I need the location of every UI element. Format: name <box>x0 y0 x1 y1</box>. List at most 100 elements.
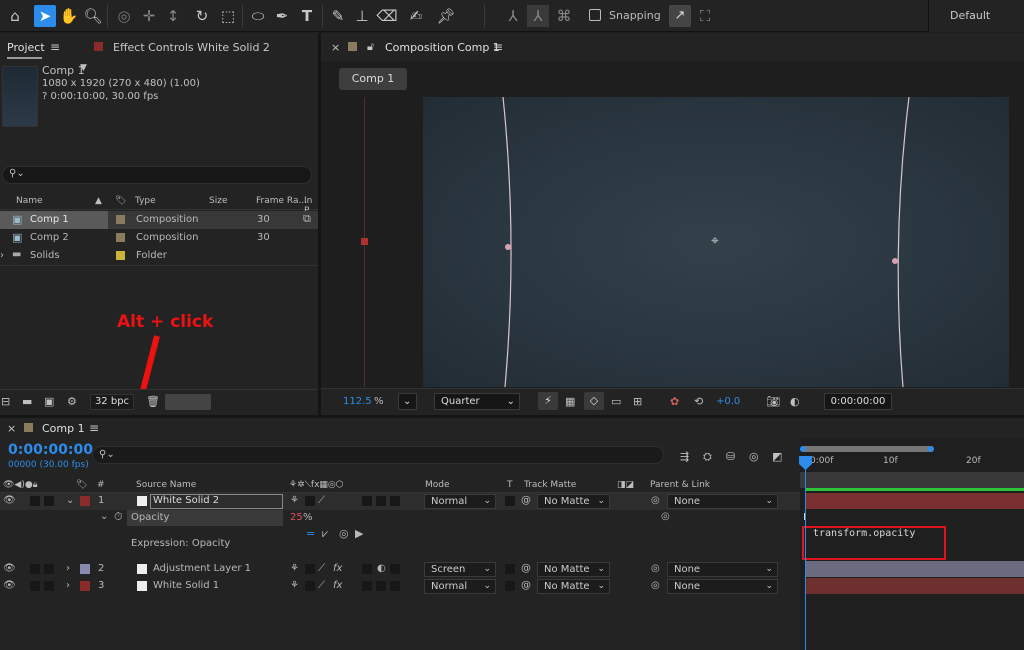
expression-graph-icon[interactable]: ⩗ <box>322 527 328 541</box>
work-area-bar[interactable] <box>800 446 934 452</box>
matte-link-icon[interactable]: @ <box>521 495 531 506</box>
adjustment-switch-icon[interactable]: ◐ <box>377 563 386 574</box>
fast-previews-icon[interactable]: ⚡ <box>538 392 558 410</box>
anchor-point-icon[interactable]: ⌖ <box>707 233 723 249</box>
shy-switch-icon[interactable]: ⚘ <box>290 580 299 591</box>
label-swatch[interactable] <box>116 233 125 242</box>
lock-icon[interactable]: 🔓︎ <box>367 40 374 54</box>
chevron-down-icon[interactable]: ⌄ <box>100 511 108 522</box>
shy-switch-icon[interactable]: ⚘ <box>290 563 299 574</box>
timeline-tab-title[interactable]: Comp 1 <box>42 422 85 435</box>
column-type[interactable]: Type <box>135 196 156 206</box>
motion-blur-icon[interactable]: ◎ <box>749 450 759 463</box>
snap-features-icon[interactable]: ⛶ <box>694 5 716 27</box>
dolly-camera-icon[interactable]: ↕ <box>162 5 184 27</box>
layer-name[interactable]: White Solid 1 <box>153 580 219 591</box>
layer-label-swatch[interactable] <box>80 496 90 506</box>
pan-camera-icon[interactable]: ✛ <box>138 5 160 27</box>
snapping-checkbox[interactable] <box>589 9 601 21</box>
project-item-row[interactable]: ▣ Comp 1 Composition 30 ⧉ <box>0 211 318 229</box>
roto-brush-icon[interactable]: ✍ <box>405 5 427 27</box>
resolution-dropdown[interactable]: Quarter ⌄ <box>434 393 520 410</box>
fx-switch-icon[interactable]: fx <box>333 563 342 574</box>
column-frame-rate[interactable]: Frame Ra... <box>256 196 307 206</box>
label-swatch[interactable] <box>116 251 125 260</box>
axis-local-icon[interactable]: ⅄ <box>502 5 524 27</box>
new-folder-icon[interactable]: ▬ <box>22 395 32 408</box>
new-composition-icon[interactable]: ▣ <box>44 395 54 408</box>
tab-project[interactable]: Project <box>7 41 45 54</box>
layer-duration-bar[interactable] <box>806 561 1024 577</box>
layer-label-swatch[interactable] <box>80 564 90 574</box>
label-tag-icon[interactable]: 🏷︎ <box>115 196 126 206</box>
shy-switch-icon[interactable]: ⚘ <box>290 495 299 506</box>
layer-duration-bar[interactable] <box>806 493 1024 509</box>
brush-tool-icon[interactable]: ✎ <box>327 5 349 27</box>
transparency-grid-icon[interactable]: ▦ <box>565 395 575 408</box>
matte-link-icon[interactable]: @ <box>521 580 531 591</box>
trash-icon[interactable]: 🗑︎ <box>146 395 160 408</box>
quality-switch-icon[interactable]: ⟋ <box>318 563 325 574</box>
pan-behind-icon[interactable]: ⬚ <box>217 5 239 27</box>
composition-tab-title[interactable]: Composition Comp 1 <box>385 41 500 54</box>
pen-tool-icon[interactable]: ✒ <box>271 5 293 27</box>
visibility-eye-icon[interactable]: 👁︎ <box>3 580 16 591</box>
chevron-right-icon[interactable]: › <box>66 563 70 574</box>
mode-dropdown[interactable]: Normal ⌄ <box>424 579 496 594</box>
column-name[interactable]: Name <box>16 196 43 206</box>
region-of-interest-icon[interactable]: ▭ <box>611 395 621 408</box>
zoom-tool-icon[interactable]: 🔍︎ <box>82 5 104 27</box>
expression-language-menu-icon[interactable]: ▶ <box>355 527 363 540</box>
bit-depth-button[interactable]: 32 bpc <box>90 394 134 410</box>
show-snapshot-icon[interactable]: ◐ <box>790 395 800 408</box>
layer-duration-bar[interactable] <box>806 578 1024 594</box>
label-swatch[interactable] <box>116 215 125 224</box>
pick-whip-icon[interactable]: ◎ <box>651 580 660 591</box>
property-value[interactable]: 25 <box>290 512 303 523</box>
flowchart-icon[interactable]: ⧉ <box>303 212 311 226</box>
interpret-footage-icon[interactable]: ⊟ <box>1 395 10 408</box>
pick-whip-icon[interactable]: ◎ <box>651 495 660 506</box>
reset-exposure-icon[interactable]: ⟲ <box>694 395 703 408</box>
matte-link-icon[interactable]: @ <box>521 563 531 574</box>
snapshot-camera-icon[interactable]: 📷︎ <box>766 395 780 408</box>
playhead-line[interactable] <box>805 462 806 650</box>
panel-menu-icon[interactable]: ≡ <box>89 421 99 435</box>
exposure-value[interactable]: +0.0 <box>716 396 740 407</box>
parent-dropdown[interactable]: None ⌄ <box>667 494 778 509</box>
timeline-search-input[interactable] <box>92 446 664 464</box>
layer-name[interactable]: Adjustment Layer 1 <box>153 563 251 574</box>
rotate-tool-icon[interactable]: ↻ <box>191 5 213 27</box>
hand-tool-icon[interactable]: ✋ <box>58 5 80 27</box>
clone-stamp-icon[interactable]: ⊥ <box>351 5 373 27</box>
stopwatch-icon[interactable]: ⏱︎ <box>114 510 123 524</box>
panel-menu-icon[interactable]: ≡ <box>50 40 60 54</box>
layer-anchor-handle[interactable] <box>361 238 368 245</box>
pick-whip-icon[interactable]: ◎ <box>651 563 660 574</box>
expression-enable-icon[interactable]: = <box>306 527 315 540</box>
mask-visibility-icon[interactable]: ◇ <box>584 392 604 410</box>
timeline-timecode[interactable]: 0:00:00:00 <box>8 442 93 458</box>
comp-navigator-tab[interactable]: Comp 1 <box>339 68 407 90</box>
axis-world-icon[interactable]: ⅄ <box>527 5 549 27</box>
snap-edges-button[interactable]: ↗ <box>669 5 691 27</box>
project-item-row[interactable]: › ▬ Solids Folder <box>0 247 318 265</box>
project-settings-icon[interactable]: ⚙ <box>67 395 77 408</box>
track-matte-dropdown[interactable]: No Matte ⌄ <box>537 494 610 509</box>
chevron-right-icon[interactable]: › <box>66 580 70 591</box>
composition-mini-flowchart-icon[interactable]: ⇶ <box>680 450 689 463</box>
orbit-camera-icon[interactable]: ◎ <box>113 5 135 27</box>
graph-editor-icon[interactable]: ◩ <box>772 450 782 463</box>
visibility-eye-icon[interactable]: 👁︎ <box>3 563 16 574</box>
track-matte-dropdown[interactable]: No Matte ⌄ <box>537 579 610 594</box>
axis-view-icon[interactable]: ⌘ <box>553 5 575 27</box>
footer-slider[interactable] <box>165 394 211 410</box>
mode-dropdown[interactable]: Normal ⌄ <box>424 494 496 509</box>
parent-dropdown[interactable]: None ⌄ <box>667 579 778 594</box>
panel-menu-icon[interactable]: ≡ <box>493 40 503 54</box>
eraser-icon[interactable]: ⌫ <box>376 5 398 27</box>
draft-3d-icon[interactable]: ⛭ <box>703 450 712 464</box>
visibility-eye-icon[interactable]: 👁︎ <box>3 495 16 506</box>
zoom-value[interactable]: 112.5 <box>343 396 372 407</box>
project-item-row[interactable]: ▣ Comp 2 Composition 30 <box>0 229 318 247</box>
